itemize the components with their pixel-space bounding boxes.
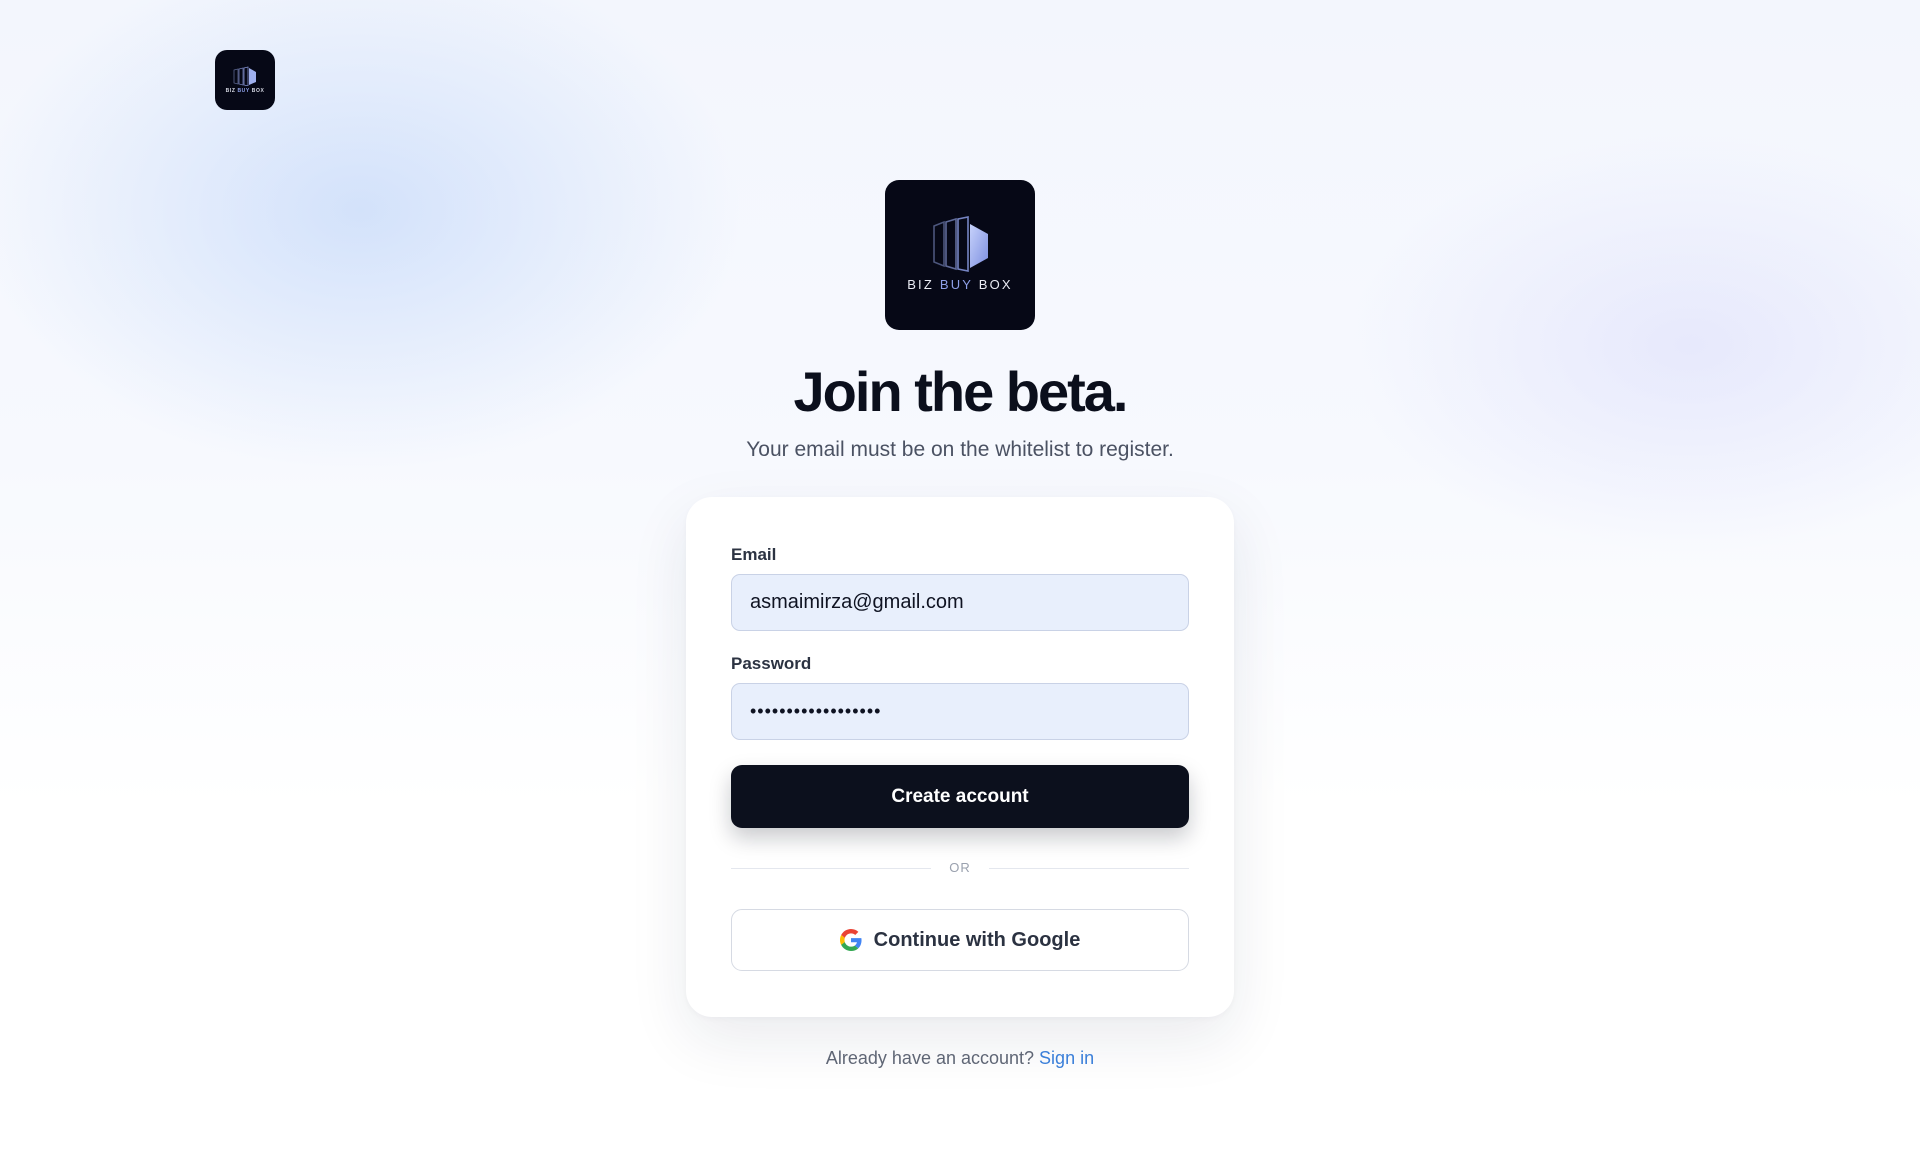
signin-prompt: Already have an account? Sign in [0,1046,1920,1070]
create-account-button[interactable]: Create account [731,765,1189,828]
signup-page: BIZ BUY BOX Join the beta. Your email mu… [0,0,1920,1152]
password-field[interactable] [731,683,1189,740]
or-divider: OR [949,860,971,875]
page-subtitle: Your email must be on the whitelist to r… [746,438,1174,461]
signup-card: Email Password Create account OR Continu… [686,497,1234,1017]
email-field[interactable] [731,574,1189,631]
stacked-panels-icon [933,216,988,272]
brand-logo: BIZ BUY BOX [885,180,1035,330]
divider-line-left [731,868,931,869]
divider-line-right [989,868,1189,869]
signin-prompt-text: Already have an account? [825,1048,1040,1068]
google-g-icon [839,929,862,951]
continue-with-google-button[interactable]: Continue with Google [731,909,1189,971]
email-label: Email [731,545,777,564]
sign-in-link[interactable]: Sign in [1039,1048,1094,1068]
logo-wordmark: BIZ BUY BOX [907,277,1013,292]
password-label: Password [731,654,812,673]
page-title: Join the beta. [793,360,1129,423]
google-button-label: Continue with Google [873,928,1081,951]
